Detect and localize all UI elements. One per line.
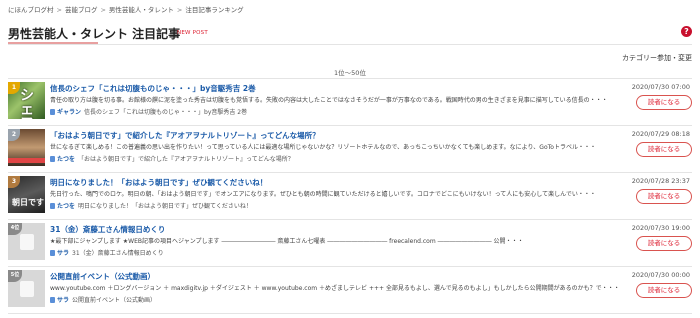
article-title[interactable]: 明日になりました！「おはよう朝日です」ぜひ観てくださいね！: [50, 177, 580, 188]
article-row: 朝日です 3 明日になりました！「おはよう朝日です」ぜひ観てくださいね！ 先日行…: [8, 173, 692, 220]
article-meta-title: 明日になりました！「おはよう朝日です」ぜひ観てくださいね！: [78, 203, 252, 210]
follow-button[interactable]: 読者になる: [636, 142, 692, 157]
follow-button[interactable]: 読者になる: [636, 189, 692, 204]
breadcrumb-item-category[interactable]: 芸能ブログ: [65, 6, 98, 14]
article-row: 2 「おはよう朝日です」で紹介した『アオアヲナルトリゾート』ってどんな場所？ 世…: [8, 126, 692, 173]
thumbnail-text: 朝日です: [12, 198, 44, 207]
article-meta-title: 公開直前イベント（公式動画）: [72, 297, 157, 304]
rank-badge: 1: [8, 82, 20, 94]
article-meta: たつを 「おはよう朝日です」で紹介した『アオアヲナルトリゾート』ってどんな場所？: [50, 154, 530, 163]
follow-button[interactable]: 読者になる: [636, 95, 692, 110]
thumbnail-strip: [8, 158, 45, 163]
breadcrumb: にほんブログ村 > 芸能ブログ > 男性芸能人・タレント > 注目記事ランキング: [8, 6, 244, 14]
article-meta-title: 信長のシェフ「これは切腹ものじゃ・・・」by音駆秀吉 2巻: [84, 109, 248, 116]
article-meta: サラ 公開直前イベント（公式動画）: [50, 295, 530, 304]
category-join-link[interactable]: カテゴリー参加・変更: [622, 53, 692, 63]
article-meta-title: 「おはよう朝日です」で紹介した『アオアヲナルトリゾート』ってどんな場所？: [78, 156, 294, 163]
breadcrumb-item-current: 注目記事ランキング: [185, 6, 244, 14]
blog-icon: [50, 297, 55, 303]
article-thumbnail[interactable]: 2: [8, 129, 45, 166]
article-row: 5位 公開直前イベント（公式動画） www.youtube.com ＋ロングバー…: [8, 267, 692, 314]
follow-button[interactable]: 読者になる: [636, 236, 692, 251]
article-excerpt: 世になるぎて楽しめる！この普遍義の思い出を作りたい！って思っている人には最適な場…: [50, 144, 596, 151]
new-post-badge: NEW POST: [177, 30, 208, 36]
article-row: シェフ 1 信長のシェフ「これは切腹ものじゃ・・・」by音駆秀吉 2巻 青任の取…: [8, 79, 692, 126]
article-excerpt: www.youtube.com ＋ロングバージョン ＋ maxdigitv.jp…: [50, 285, 620, 292]
breadcrumb-item-home[interactable]: にほんブログ村: [8, 6, 54, 14]
article-time: 2020/07/30 07:00: [631, 83, 690, 91]
article-meta: ギャラン 信長のシェフ「これは切腹ものじゃ・・・」by音駆秀吉 2巻: [50, 107, 530, 116]
article-time: 2020/07/28 23:37: [631, 177, 690, 185]
article-excerpt: 先日行った、鳴門でのロケ。明日の朝、「おはよう朝日です」でオンエアになります。ぜ…: [50, 191, 596, 198]
article-meta-title: 31（金）斎藤工さん情報日めくり: [72, 250, 164, 257]
blog-icon: [50, 203, 55, 209]
no-image-icon: [20, 234, 34, 250]
article-excerpt: 青任の取り方は腹を切る事。お館様の饌に泥を塗った秀吉は切腹をも覚悟する。失敗の内…: [50, 97, 608, 104]
follow-button[interactable]: 読者になる: [636, 283, 692, 298]
rank-badge: 4位: [8, 223, 22, 235]
article-title[interactable]: 公開直前イベント（公式動画）: [50, 271, 580, 282]
author-link[interactable]: たつを: [57, 156, 75, 163]
author-link[interactable]: サラ: [57, 250, 69, 257]
thumbnail-text: シェフ: [20, 88, 34, 119]
blog-icon: [50, 109, 55, 115]
article-meta: サラ 31（金）斎藤工さん情報日めくり: [50, 248, 530, 257]
page-title: 男性芸能人・タレント 注目記事: [8, 27, 181, 41]
rank-range-label: 1位〜50位: [334, 69, 366, 77]
article-title[interactable]: 「おはよう朝日です」で紹介した『アオアヲナルトリゾート』ってどんな場所？: [50, 130, 580, 141]
author-link[interactable]: たつを: [57, 203, 75, 210]
breadcrumb-item-subcategory[interactable]: 男性芸能人・タレント: [109, 6, 174, 14]
author-link[interactable]: ギャラン: [57, 109, 81, 116]
article-excerpt: ★最下部にジャンプします ★WEB記事の項目へジャンプします ―――――――――…: [50, 238, 524, 245]
article-thumbnail[interactable]: シェフ 1: [8, 82, 45, 119]
article-time: 2020/07/30 19:00: [631, 224, 690, 232]
article-thumbnail[interactable]: 5位: [8, 270, 45, 307]
no-image-icon: [20, 281, 34, 297]
header-divider: [8, 44, 692, 45]
article-title[interactable]: 31（金）斎藤工さん情報日めくり: [50, 224, 580, 235]
article-time: 2020/07/30 00:00: [631, 271, 690, 279]
article-row: 4位 31（金）斎藤工さん情報日めくり ★最下部にジャンプします ★WEB記事の…: [8, 220, 692, 267]
blog-icon: [50, 156, 55, 162]
blog-icon: [50, 250, 55, 256]
article-thumbnail[interactable]: 4位: [8, 223, 45, 260]
article-title[interactable]: 信長のシェフ「これは切腹ものじゃ・・・」by音駆秀吉 2巻: [50, 83, 580, 94]
rank-badge: 5位: [8, 270, 22, 282]
article-time: 2020/07/29 08:18: [631, 130, 690, 138]
author-link[interactable]: サラ: [57, 297, 69, 304]
rank-badge: 3: [8, 176, 20, 188]
article-meta: たつを 明日になりました！「おはよう朝日です」ぜひ観てくださいね！: [50, 201, 530, 210]
title-underline: [8, 42, 98, 44]
rank-badge: 2: [8, 129, 20, 141]
article-thumbnail[interactable]: 朝日です 3: [8, 176, 45, 213]
help-icon[interactable]: ?: [681, 26, 692, 37]
